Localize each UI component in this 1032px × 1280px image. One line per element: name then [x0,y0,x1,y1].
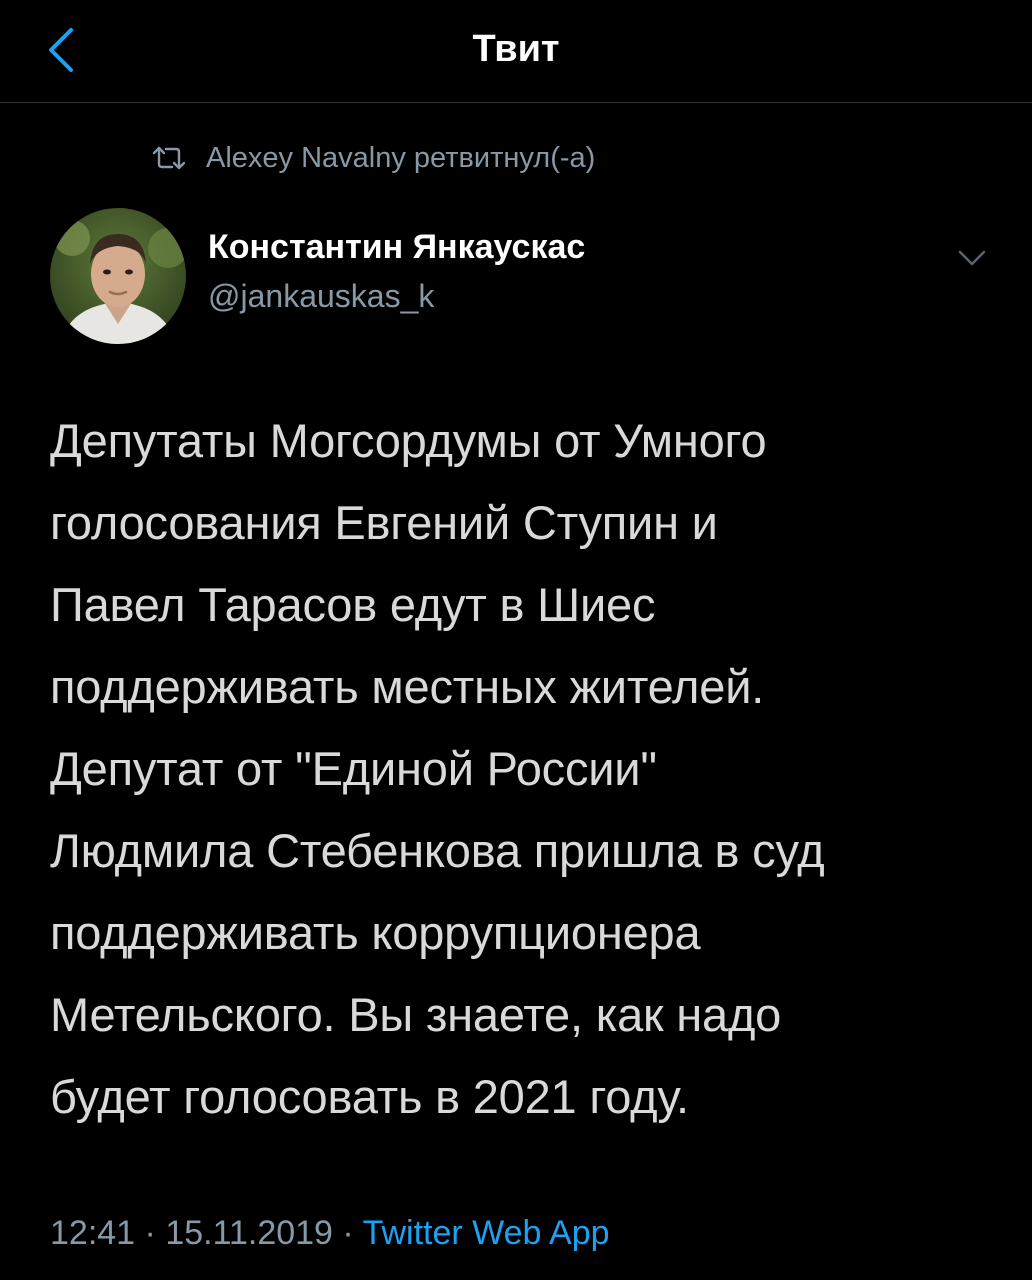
tweet-metadata: 12:41 · 15.11.2019 · Twitter Web App [50,1214,610,1253]
page-title: Твит [472,28,560,70]
retweet-text: Alexey Navalny ретвитнул(-а) [206,141,596,174]
tweet-line: поддерживать коррупционера [50,906,701,959]
tweet-line: поддерживать местных жителей. [50,660,765,713]
meta-separator: · [332,1214,363,1252]
tweet-time: 12:41 [50,1214,136,1252]
avatar[interactable] [50,208,186,344]
tweet-line: Метельского. Вы знаете, как надо [50,988,782,1041]
meta-separator: · [135,1214,166,1252]
tweet-date: 15.11.2019 [165,1214,333,1252]
author-name[interactable]: Константин Янкаускас [208,228,585,267]
tweet-line: голосования Евгений Ступин и [50,496,718,549]
retweet-context[interactable]: Alexey Navalny ретвитнул(-а) [150,136,595,180]
tweet-line: Депутаты Могсордумы от Умного [50,414,767,467]
tweet-source-link[interactable]: Twitter Web App [363,1214,610,1252]
tweet-line: Депутат от "Единой России" [50,742,657,795]
tweet-text: Депутаты Могсордумы от Умного голосовани… [50,400,1010,1138]
chevron-down-icon [958,250,986,266]
retweet-icon [150,143,190,173]
tweet-line: будет голосовать в 2021 году. [50,1070,689,1123]
author-handle[interactable]: @jankauskas_k [208,278,434,315]
tweet-line: Людмила Стебенкова пришла в суд [50,824,825,877]
navigation-bar: Твит [0,0,1032,103]
tweet-line: Павел Тарасов едут в Шиес [50,578,656,631]
more-options-button[interactable] [952,238,992,278]
